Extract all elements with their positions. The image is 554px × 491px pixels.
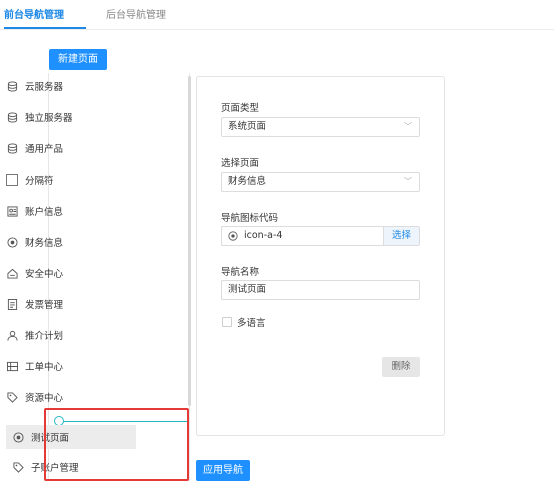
nav-name-input[interactable]: 测试页面 [221,280,420,300]
select-page-select[interactable]: 财务信息 ﹀ [221,172,420,192]
new-page-button[interactable]: 新建页面 [49,49,107,70]
nav-icon-label: 导航图标代码 [221,213,279,224]
database-icon [6,111,18,123]
circle-dot-icon [12,431,24,443]
list-item-resource-center[interactable]: 资源中心 [6,387,138,407]
list-item-label: 通用产品 [25,144,64,155]
invoice-icon [6,298,18,310]
list-item-invoice-management[interactable]: 发票管理 [6,294,138,314]
ticket-icon [6,360,18,372]
database-icon [6,80,18,92]
scrollbar[interactable] [188,76,191,406]
list-item-label: 工单中心 [25,362,64,373]
nav-name-value: 测试页面 [228,284,267,295]
nav-icon-field[interactable]: icon-a-4 选择 [221,226,420,246]
select-page-label: 选择页面 [221,158,260,169]
multilang-checkbox[interactable] [222,317,232,327]
delete-button[interactable]: 删除 [382,357,420,377]
tab-frontend-nav[interactable]: 前台导航管理 [4,9,64,23]
list-item-label: 安全中心 [25,269,64,280]
tab-backend-nav[interactable]: 后台导航管理 [106,9,166,23]
top-tabs: 前台导航管理 后台导航管理 [0,0,554,30]
tag-icon [6,391,18,403]
active-tab-indicator [4,27,86,29]
nav-icon-value: icon-a-4 [244,230,283,241]
apply-nav-button[interactable]: 应用导航 [196,460,250,481]
circle-dot-icon [228,231,238,241]
list-item-label: 账户信息 [25,207,64,218]
list-item-dedicated-server[interactable]: 独立服务器 [6,107,138,127]
list-item-ticket-center[interactable]: 工单中心 [6,356,138,376]
list-item-label: 云服务器 [25,82,64,93]
page-type-select[interactable]: 系统页面 ﹀ [221,117,420,137]
chevron-down-icon: ﹀ [404,122,412,131]
database-icon [6,142,18,154]
list-item-label: 资源中心 [25,393,64,404]
list-item-cloud-server[interactable]: 云服务器 [6,76,138,96]
id-card-icon [6,205,18,217]
list-item-label: 推介计划 [25,331,64,342]
list-item-general-product[interactable]: 通用产品 [6,138,138,158]
list-item-label: 发票管理 [25,300,64,311]
home-lock-icon [6,267,18,279]
page-type-value: 系统页面 [228,121,267,132]
nav-name-label: 导航名称 [221,267,260,278]
multilang-label: 多语言 [237,318,266,329]
user-icon [6,329,18,341]
list-item-separator[interactable]: 分隔符 [6,170,138,190]
list-item-finance-info[interactable]: 财务信息 [6,232,138,252]
circle-dot-icon [6,236,18,248]
list-item-referral-plan[interactable]: 推介计划 [6,325,138,345]
list-item-security-center[interactable]: 安全中心 [6,263,138,283]
list-item-label: 独立服务器 [25,113,73,124]
select-page-value: 财务信息 [228,176,267,187]
tag-icon [12,461,24,473]
nav-icon-value-wrap: icon-a-4 [228,227,282,245]
separator-box-icon [6,174,18,186]
list-item-label: 财务信息 [25,238,64,249]
highlight-box [44,408,189,481]
chevron-down-icon: ﹀ [404,177,412,186]
list-item-label: 分隔符 [25,176,54,187]
page-type-label: 页面类型 [221,103,260,114]
choose-icon-button[interactable]: 选择 [383,227,419,245]
list-item-account-info[interactable]: 账户信息 [6,201,138,221]
